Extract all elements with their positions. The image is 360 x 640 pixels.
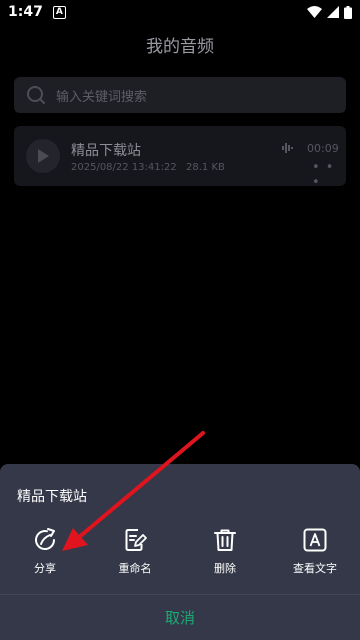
view-text-button[interactable]: 查看文字 <box>270 526 360 586</box>
view-text-label: 查看文字 <box>293 562 337 575</box>
notification-icon: A <box>52 5 66 19</box>
file-name: 精品下载站 <box>71 143 141 159</box>
share-icon <box>31 526 59 554</box>
search-input[interactable]: 输入关键词搜索 <box>14 77 346 113</box>
share-label: 分享 <box>34 562 56 575</box>
delete-button[interactable]: 删除 <box>180 526 270 586</box>
signal-icon <box>327 6 339 18</box>
edit-note-icon <box>121 526 149 554</box>
status-icons <box>307 5 352 19</box>
page-title: 我的音频 <box>146 37 214 57</box>
battery-icon <box>344 5 352 19</box>
file-date: 2025/08/22 13:41:22 <box>71 162 177 173</box>
sheet-title: 精品下载站 <box>17 489 87 505</box>
search-icon <box>27 86 45 104</box>
audio-file-item[interactable]: 精品下载站 2025/08/22 13:41:22 28.1 KB 00:09 … <box>14 126 346 190</box>
delete-label: 删除 <box>214 562 236 575</box>
action-sheet: 精品下载站 分享 重命名 删除 查看文字 取消 <box>0 464 360 640</box>
more-options-icon[interactable]: • • • <box>312 160 346 190</box>
trash-icon <box>211 526 239 554</box>
text-icon <box>301 526 329 554</box>
share-button[interactable]: 分享 <box>0 526 90 586</box>
rename-button[interactable]: 重命名 <box>90 526 180 586</box>
wifi-icon <box>307 6 322 18</box>
search-placeholder: 输入关键词搜索 <box>56 89 148 105</box>
play-icon <box>38 149 49 163</box>
play-button[interactable] <box>26 139 60 173</box>
status-time: 1:47 <box>8 4 43 20</box>
cancel-button[interactable]: 取消 <box>0 595 360 640</box>
rename-label: 重命名 <box>118 562 152 575</box>
audio-wave-icon <box>282 143 293 153</box>
status-bar: 1:47 A <box>0 0 360 24</box>
file-duration: 00:09 <box>307 142 339 155</box>
file-size: 28.1 KB <box>186 162 225 173</box>
